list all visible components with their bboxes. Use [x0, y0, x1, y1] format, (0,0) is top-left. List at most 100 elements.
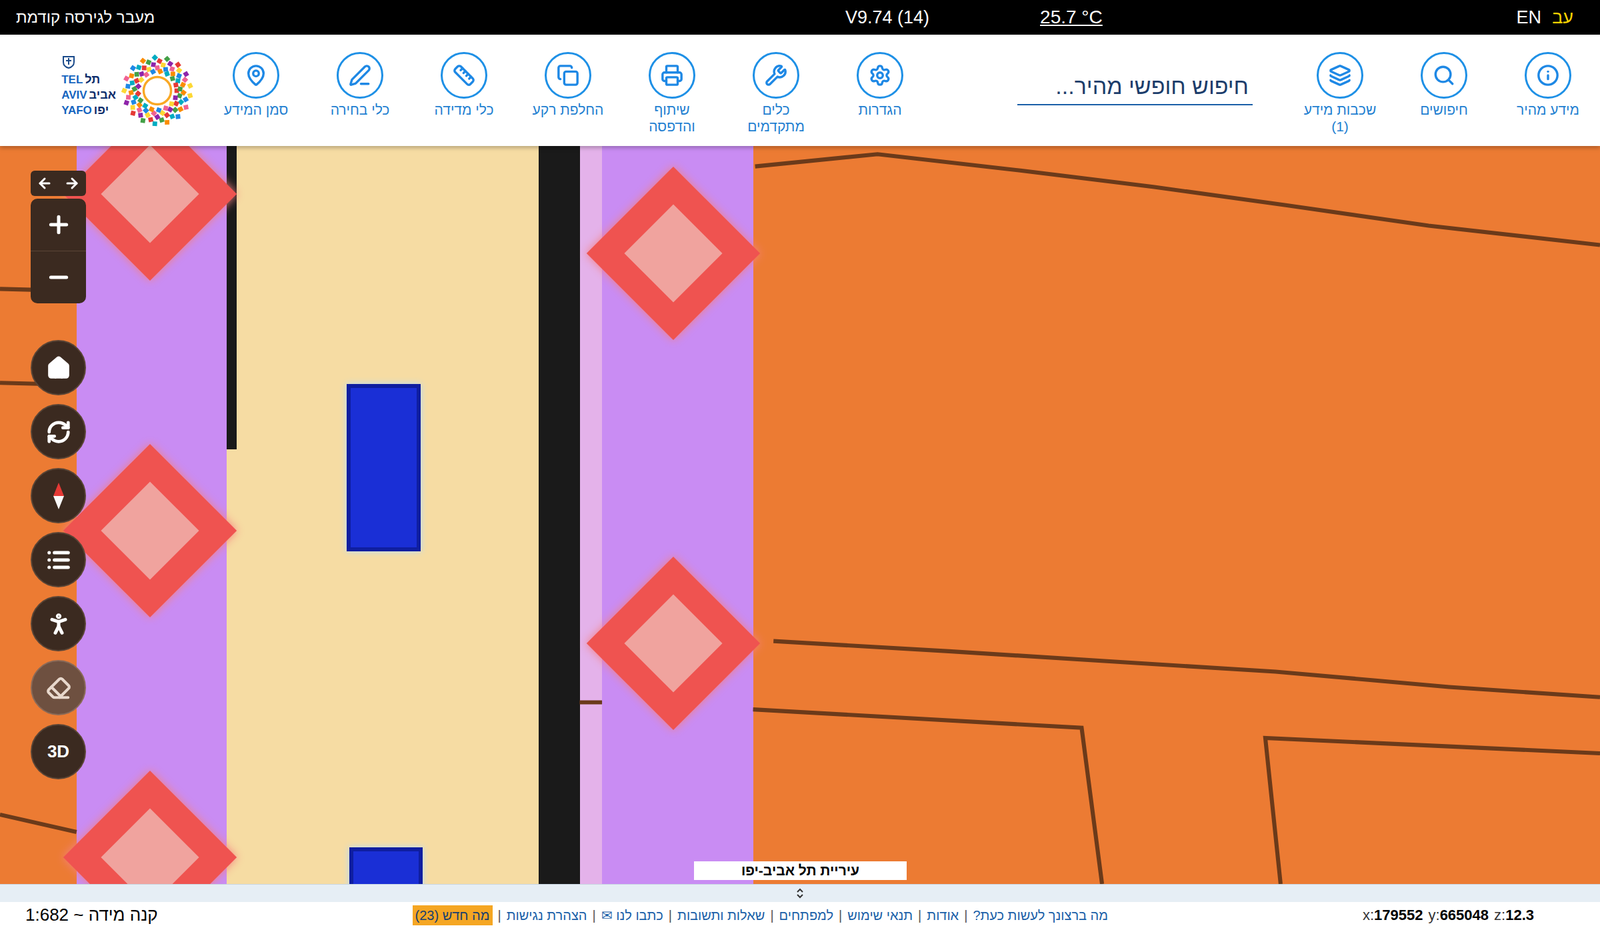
toolbar-button-icon — [660, 64, 684, 87]
toolbar-button-label: החלפת רקע — [532, 101, 604, 118]
list-icon — [46, 547, 72, 573]
toolbar-button-circle-icon — [648, 52, 696, 99]
marker-diamond-icon — [586, 166, 760, 340]
map-control-button[interactable] — [30, 340, 86, 396]
zoom-in-button[interactable] — [30, 198, 86, 252]
link-separator: | — [838, 905, 842, 926]
toolbar-button[interactable]: כלי מדידה — [412, 34, 516, 118]
toolbar-button-icon — [556, 64, 580, 87]
footer-link[interactable]: מה חדש (23) — [412, 905, 493, 926]
toolbar-button-label: חיפושים — [1420, 101, 1468, 118]
map-control-button[interactable] — [30, 660, 86, 716]
zoom-out-button[interactable] — [30, 251, 86, 304]
label-line: (1) — [1304, 118, 1376, 135]
map-marker[interactable] — [88, 796, 212, 884]
toolbar-button-label: הגדרות — [858, 101, 902, 118]
map-marker[interactable] — [88, 469, 212, 592]
map[interactable]: 3D עיריית תל אביב-יפו — [0, 146, 1600, 884]
footer-link[interactable]: מה ברצונך לעשות כעת? — [972, 905, 1108, 926]
label-line: שכבות מידע — [1304, 101, 1376, 118]
refresh-icon — [46, 419, 72, 445]
toolbar-button[interactable]: כליםמתקדמים — [724, 34, 828, 135]
toolbar-button-icon — [764, 64, 788, 87]
map-marker[interactable] — [612, 192, 735, 315]
zoom-buttons — [30, 198, 86, 304]
footer-link[interactable]: הצהרת נגישות — [506, 905, 588, 926]
parcel-lines-icon — [0, 146, 1600, 884]
status-toggle[interactable] — [0, 884, 1600, 902]
toolbar-button[interactable]: חיפושים — [1392, 34, 1496, 118]
coordinate: y:665048 — [1428, 904, 1490, 926]
map-marker[interactable] — [88, 146, 212, 256]
emblem-icon — [61, 54, 76, 70]
toolbar-button-icon — [868, 64, 892, 87]
footer-link[interactable]: למפתחים — [779, 905, 834, 926]
forward-arrow-icon[interactable] — [64, 175, 80, 192]
expand-toggle-icon — [795, 886, 805, 900]
footer-link[interactable]: אודות — [926, 905, 959, 926]
building[interactable] — [349, 847, 423, 884]
compass-icon — [50, 481, 68, 511]
link-separator: | — [592, 905, 596, 926]
language-option[interactable]: EN — [1516, 4, 1542, 32]
link-separator: | — [668, 905, 672, 926]
city-logo[interactable]: TELתלAVIVאביבYAFOיפו — [46, 50, 204, 131]
map-scale: קנה מידה ~ 1:682 — [25, 902, 158, 928]
status-row: קנה מידה ~ 1:682 מה ברצונך לעשות כעת? | אוד… — [0, 902, 1600, 928]
footer-link[interactable]: תנאי שימוש — [847, 905, 913, 926]
marker-diamond-icon — [586, 556, 760, 730]
logo-hebrew: יפו — [94, 102, 109, 118]
map-control-button[interactable] — [30, 532, 86, 588]
toolbar-button[interactable]: מידע מהיר — [1496, 34, 1600, 118]
toolbar-button-circle-icon — [1524, 52, 1572, 99]
toolbar-button[interactable]: הגדרות — [828, 34, 932, 118]
language-option[interactable]: עב — [1552, 4, 1574, 32]
top-bar: מעבר לגירסה קודמתV9.74 (14) 25.7 °C EN עב — [0, 0, 1600, 35]
toolbar-button-circle-icon — [336, 52, 384, 99]
road-line — [538, 146, 580, 884]
logo-english: TEL — [61, 72, 83, 88]
prev-version-link[interactable]: מעבר לגירסה קודמת — [0, 5, 846, 30]
logo-hebrew: אביב — [89, 87, 116, 102]
building[interactable] — [346, 384, 421, 552]
temperature[interactable]: 25.7 °C — [1040, 3, 1103, 32]
label-line: סמן המידע — [224, 101, 288, 118]
coordinates: x:179552y:665048z:12.3 — [1362, 904, 1534, 926]
toolbar-button-label: שיתוףוהדפסה — [648, 101, 695, 135]
map-control-button[interactable] — [30, 404, 86, 460]
logo-text: TELתלAVIVאביבYAFOיפו — [61, 62, 116, 118]
label-line: מידע מהיר — [1516, 101, 1580, 118]
toolbar-button[interactable]: כלי בחירה — [308, 34, 412, 118]
logo-line: AVIVאביב — [61, 87, 116, 103]
map-marker[interactable] — [612, 582, 735, 705]
map-control-button[interactable] — [30, 596, 86, 652]
logo-english: AVIV — [61, 88, 87, 103]
map-controls: 3D — [30, 170, 86, 780]
toolbar-button-icon — [1536, 64, 1560, 87]
label-line: כלי בחירה — [330, 101, 390, 118]
edge-line — [226, 146, 237, 884]
toolbar-button-icon — [1328, 64, 1352, 87]
back-arrow-icon[interactable] — [36, 175, 53, 192]
quick-search-input[interactable] — [1017, 68, 1253, 106]
marker-diamond-icon — [63, 444, 237, 618]
map-control-button[interactable]: 3D — [30, 724, 86, 780]
toolbar-button-label: מידע מהיר — [1516, 101, 1580, 118]
footer-link[interactable]: שאלות ותשובות — [677, 905, 765, 926]
map-attribution: עיריית תל אביב-יפו — [694, 861, 907, 880]
parcel-area — [753, 146, 1600, 884]
toolbar-button-icon — [244, 64, 268, 87]
person-icon — [45, 610, 72, 638]
footer-link[interactable]: כתבו לנו ✉ — [601, 905, 664, 926]
toolbar-button[interactable]: שכבות מידע(1) — [1288, 34, 1392, 135]
marker-center — [100, 808, 199, 884]
toolbar-button[interactable]: שיתוףוהדפסה — [620, 34, 724, 135]
toolbar-button[interactable]: החלפת רקע — [516, 34, 620, 118]
map-control-button[interactable] — [30, 468, 86, 524]
logo-english: YAFO — [61, 103, 92, 118]
version: V9.74 (14) — [845, 4, 930, 32]
toolbar-button[interactable]: סמן המידע — [204, 34, 308, 118]
coordinate: x:179552 — [1362, 904, 1424, 926]
toolbar-button-label: שכבות מידע(1) — [1304, 101, 1376, 135]
marker-center — [624, 594, 722, 692]
